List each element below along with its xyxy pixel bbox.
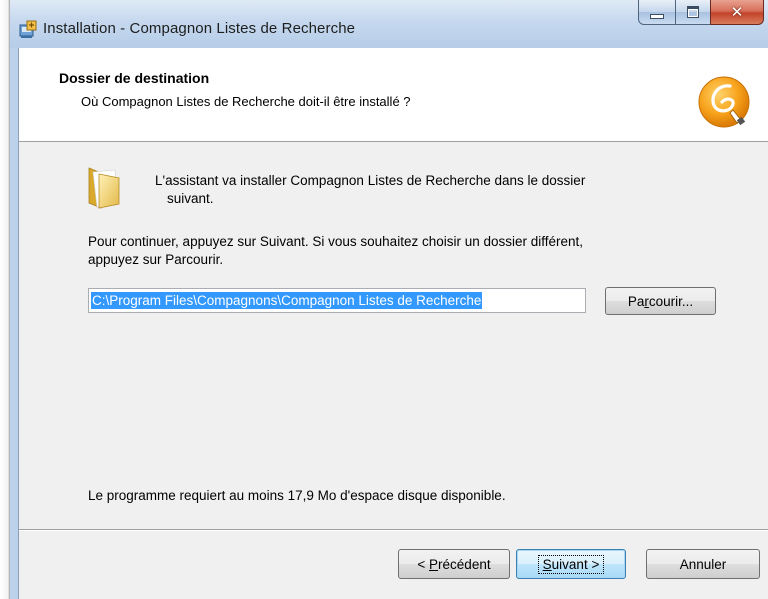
destination-path-input[interactable]: C:\Program Files\Compagnons\Compagnon Li… [88,288,586,313]
folder-icon [88,167,120,209]
compagnon-logo-icon [698,76,750,128]
installer-app-icon [19,20,37,38]
installer-window: Installation - Compagnon Listes de Reche… [10,0,768,599]
disk-space-requirement: Le programme requiert au moins 17,9 Mo d… [88,488,506,503]
caption-buttons: ✕ [638,0,768,30]
intro-line-1: L'assistant va installer Compagnon Liste… [155,173,586,188]
previous-button-label: < Précédent [417,556,491,572]
previous-button[interactable]: < Précédent [398,549,510,579]
destination-path-value: C:\Program Files\Compagnons\Compagnon Li… [91,292,483,309]
close-button[interactable]: ✕ [710,0,764,25]
browse-button[interactable]: Parcourir... [605,287,716,315]
footer-divider [19,529,768,531]
window-title: Installation - Compagnon Listes de Reche… [43,20,356,37]
instructions-line-1: Pour continuer, appuyez sur Suivant. Si … [88,234,584,249]
close-icon: ✕ [730,3,744,21]
minimize-icon [650,13,664,19]
maximize-button[interactable] [675,0,711,25]
page-subtitle: Où Compagnon Listes de Recherche doit-il… [81,94,411,109]
wizard-client-area: Dossier de destination Où Compagnon List… [18,48,768,599]
maximize-icon [687,6,699,18]
title-bar[interactable]: Installation - Compagnon Listes de Reche… [10,0,768,48]
next-button[interactable]: Suivant > [516,549,626,579]
cancel-button-label: Annuler [679,556,727,572]
wizard-header: Dossier de destination Où Compagnon List… [19,48,768,142]
browse-button-label: Parcourir... [627,293,694,309]
intro-line-2: suivant. [167,191,214,206]
intro-text: L'assistant va installer Compagnon Liste… [155,172,715,208]
instructions-text: Pour continuer, appuyez sur Suivant. Si … [88,233,708,269]
cancel-button[interactable]: Annuler [646,549,760,579]
minimize-button[interactable] [638,0,676,25]
instructions-line-2: appuyez sur Parcourir. [88,252,224,267]
page-title: Dossier de destination [59,70,210,86]
next-button-label: Suivant > [537,554,605,574]
